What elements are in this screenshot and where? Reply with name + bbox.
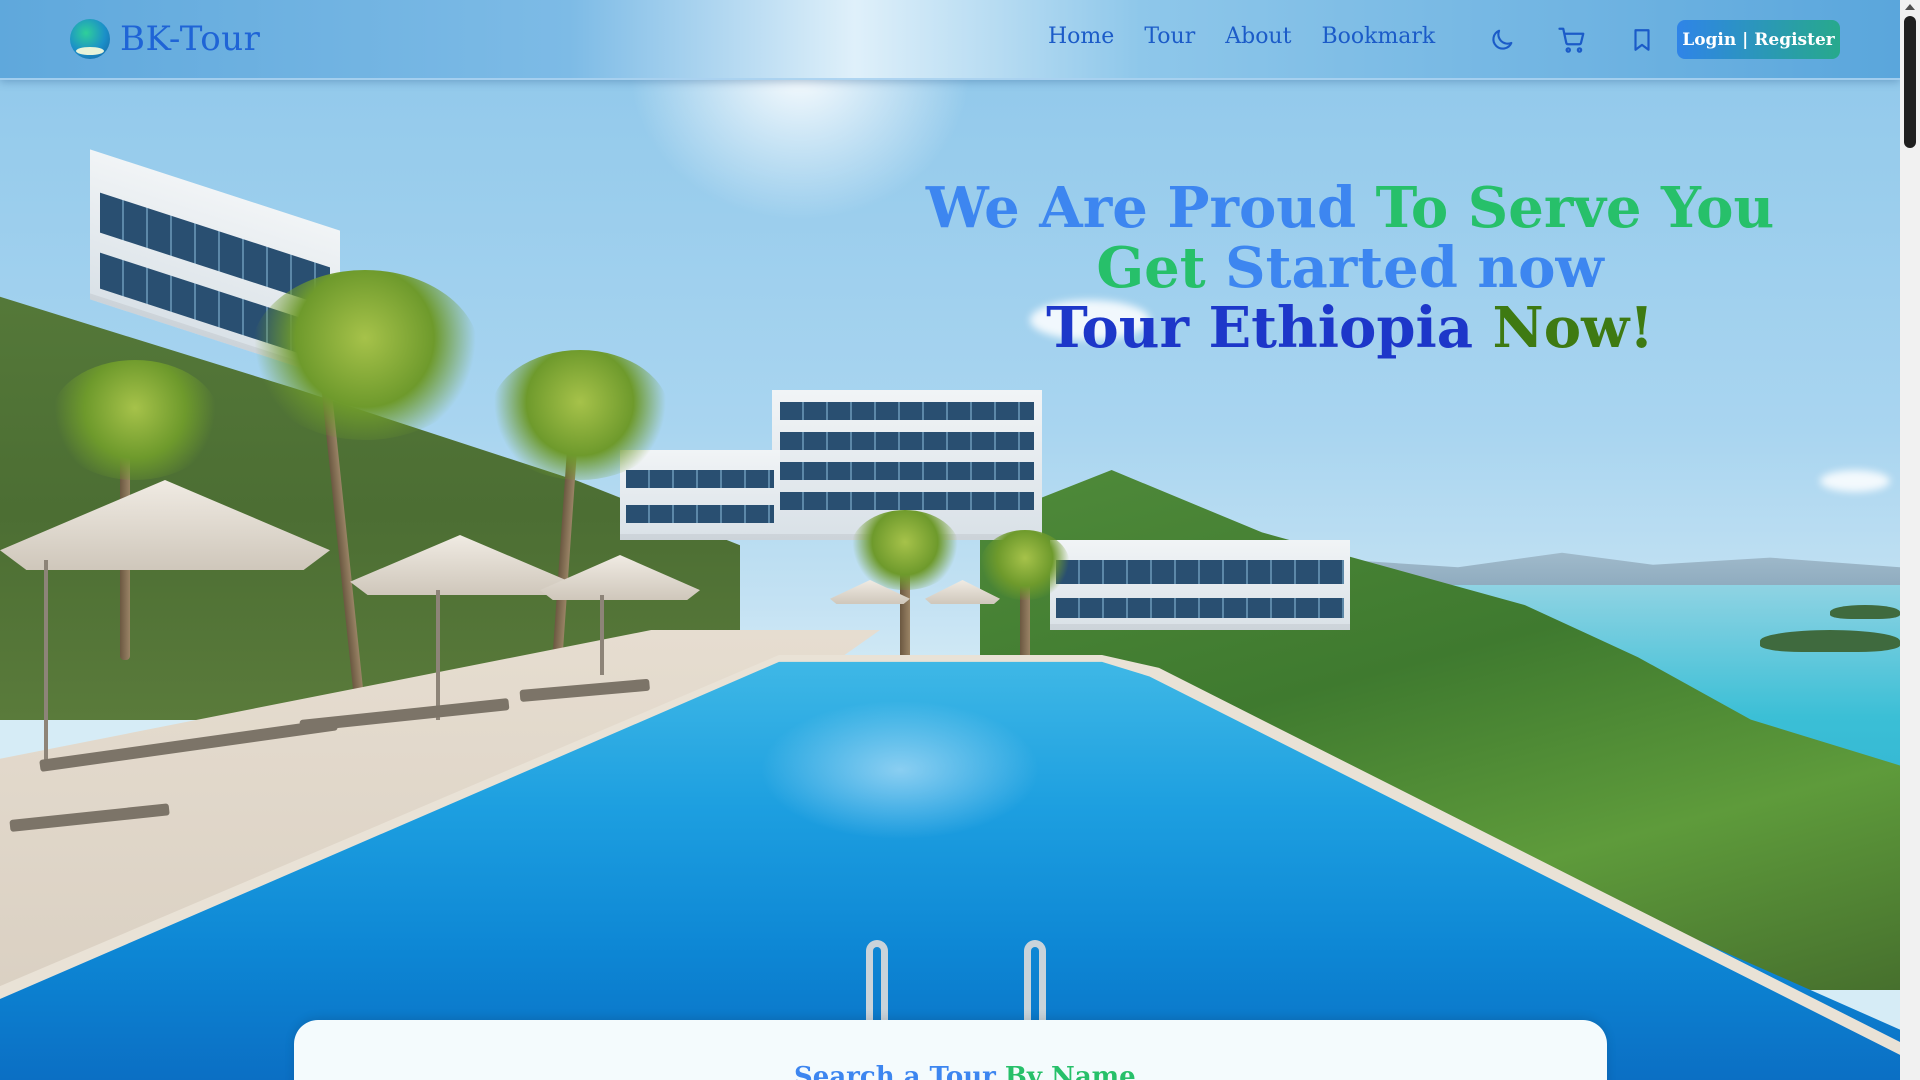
nav-link-bookmark[interactable]: Bookmark xyxy=(1321,24,1435,49)
moon-icon[interactable] xyxy=(1486,24,1518,56)
palm-tree xyxy=(490,350,670,480)
hotel-building xyxy=(620,450,780,540)
hotel-building xyxy=(1050,540,1350,630)
umbrella xyxy=(436,590,440,720)
search-card: Search a Tour By Name xyxy=(294,1020,1607,1080)
umbrella xyxy=(44,560,48,760)
headline-line-2: Get Started now xyxy=(900,238,1800,298)
palm-tree xyxy=(850,510,960,590)
pool-reflection xyxy=(760,700,1040,840)
cloud xyxy=(1820,470,1890,492)
headline-text: Tour Ethiopia xyxy=(1046,295,1493,361)
headline-text: To Serve You xyxy=(1375,175,1775,241)
islet xyxy=(1830,605,1900,619)
pool-ladder xyxy=(1024,940,1046,1030)
brand[interactable]: BK-Tour xyxy=(70,16,260,62)
hero-headline: We Are Proud To Serve You Get Started no… xyxy=(900,178,1800,358)
search-title-text: Search a Tour xyxy=(794,1062,1005,1080)
palm-tree xyxy=(50,360,220,480)
page-scrollbar[interactable] xyxy=(1900,0,1920,1080)
headline-line-1: We Are Proud To Serve You xyxy=(900,178,1800,238)
nav-link-home[interactable]: Home xyxy=(1048,24,1114,49)
scroll-up-arrow-icon[interactable] xyxy=(1905,4,1915,10)
palm-tree xyxy=(980,530,1070,600)
logo-icon xyxy=(70,19,110,59)
pool-ladder xyxy=(866,940,888,1030)
headline-text: We Are Proud xyxy=(925,175,1376,241)
hero-background xyxy=(0,0,1900,1080)
headline-line-3: Tour Ethiopia Now! xyxy=(900,298,1800,358)
nav-links: Home Tour About Bookmark xyxy=(1048,24,1435,49)
search-title-text: By Name xyxy=(1004,1062,1136,1080)
search-title: Search a Tour By Name xyxy=(794,1062,1136,1080)
login-register-button[interactable]: Login | Register xyxy=(1677,20,1840,59)
nav-link-about[interactable]: About xyxy=(1225,24,1291,49)
nav-link-tour[interactable]: Tour xyxy=(1144,24,1195,49)
headline-text: Now! xyxy=(1492,295,1654,361)
brand-name: BK-Tour xyxy=(120,19,261,59)
bookmark-icon[interactable] xyxy=(1626,24,1658,56)
cart-icon[interactable] xyxy=(1556,24,1588,56)
headline-text: Started now xyxy=(1225,235,1604,301)
palm-tree xyxy=(250,270,480,440)
umbrella xyxy=(600,595,604,675)
scrollbar-thumb[interactable] xyxy=(1904,16,1916,148)
headline-text: Get xyxy=(1096,235,1226,301)
navbar: BK-Tour Home Tour About Bookmark Login |… xyxy=(0,0,1900,80)
islet xyxy=(1760,630,1900,652)
